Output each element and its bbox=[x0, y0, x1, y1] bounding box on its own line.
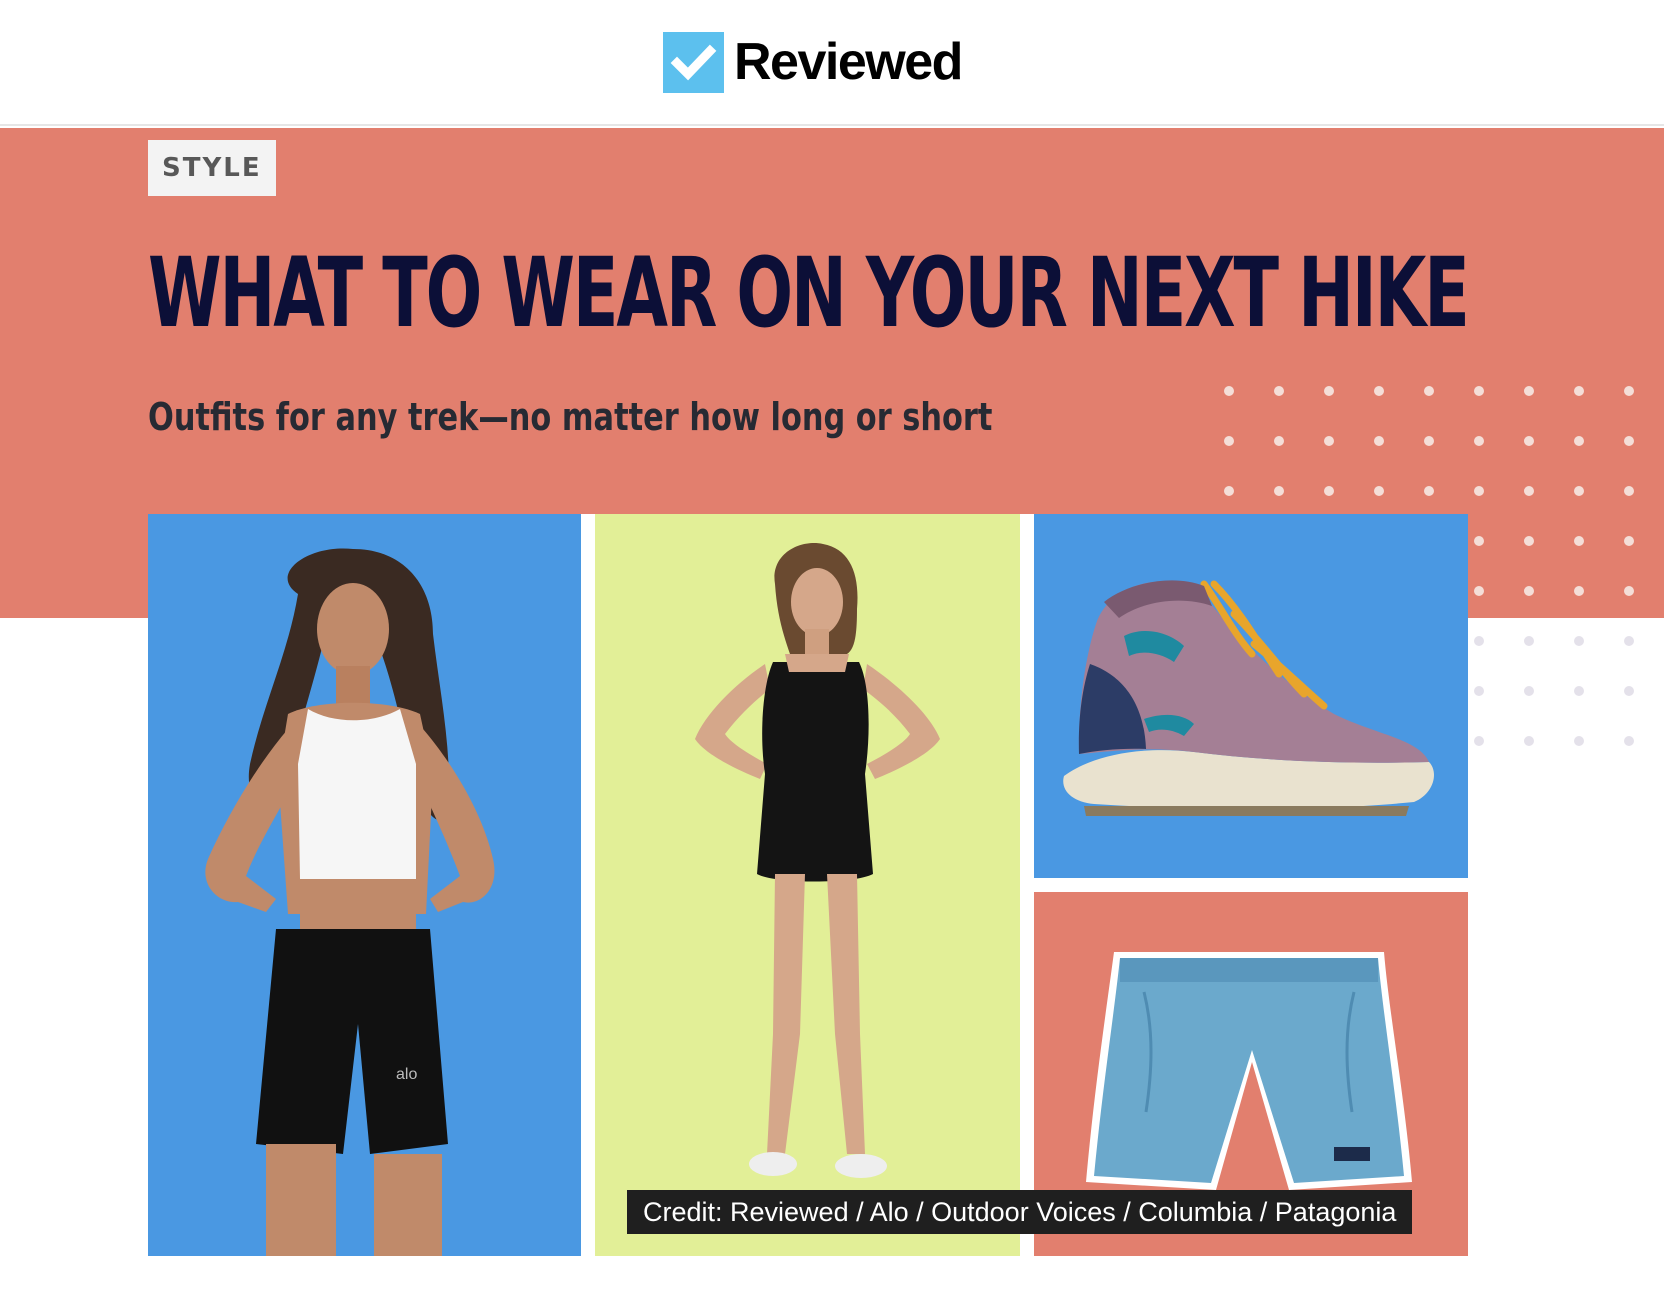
decorative-dot bbox=[1324, 436, 1334, 446]
decorative-dot bbox=[1474, 736, 1484, 746]
decorative-dot bbox=[1374, 486, 1384, 496]
image-credit: Credit: Reviewed / Alo / Outdoor Voices … bbox=[627, 1190, 1413, 1234]
decorative-dot bbox=[1624, 736, 1634, 746]
decorative-dot bbox=[1624, 586, 1634, 596]
decorative-dot bbox=[1574, 636, 1584, 646]
decorative-dot bbox=[1524, 736, 1534, 746]
decorative-dot bbox=[1574, 386, 1584, 396]
decorative-dot bbox=[1574, 486, 1584, 496]
decorative-dot bbox=[1524, 686, 1534, 696]
decorative-dot bbox=[1224, 486, 1234, 496]
hiking-boot-image bbox=[1063, 580, 1434, 816]
decorative-dot bbox=[1574, 686, 1584, 696]
decorative-dot bbox=[1474, 436, 1484, 446]
hero-image-collage: alo bbox=[148, 514, 1468, 1256]
decorative-dot bbox=[1574, 586, 1584, 596]
decorative-dot bbox=[1474, 636, 1484, 646]
decorative-dot bbox=[1474, 536, 1484, 546]
site-header: Reviewed bbox=[0, 0, 1664, 126]
decorative-dot bbox=[1424, 436, 1434, 446]
collage-panel-model-dress bbox=[595, 514, 1020, 1256]
decorative-dot bbox=[1474, 686, 1484, 696]
decorative-dot bbox=[1524, 636, 1534, 646]
decorative-dot bbox=[1524, 386, 1534, 396]
collage-panel-model-crop-top: alo bbox=[148, 514, 581, 1256]
decorative-dot bbox=[1524, 436, 1534, 446]
decorative-dot bbox=[1574, 536, 1584, 546]
decorative-dot bbox=[1624, 636, 1634, 646]
decorative-dot bbox=[1224, 386, 1234, 396]
decorative-dot bbox=[1374, 386, 1384, 396]
category-tag[interactable]: STYLE bbox=[148, 140, 276, 196]
collage-panel-hiking-boot bbox=[1034, 514, 1468, 878]
decorative-dot bbox=[1224, 436, 1234, 446]
decorative-dot bbox=[1324, 386, 1334, 396]
decorative-dot bbox=[1474, 386, 1484, 396]
checkmark-icon bbox=[663, 31, 724, 93]
decorative-dot bbox=[1424, 386, 1434, 396]
decorative-dot bbox=[1574, 736, 1584, 746]
decorative-dot bbox=[1524, 536, 1534, 546]
decorative-dot bbox=[1274, 386, 1284, 396]
decorative-dot bbox=[1524, 486, 1534, 496]
decorative-dot bbox=[1624, 536, 1634, 546]
decorative-dot bbox=[1274, 486, 1284, 496]
decorative-dot bbox=[1624, 486, 1634, 496]
decorative-dot bbox=[1474, 586, 1484, 596]
logo-wordmark: Reviewed bbox=[734, 33, 963, 91]
decorative-dot bbox=[1424, 486, 1434, 496]
site-logo-link[interactable]: Reviewed bbox=[663, 30, 963, 94]
decorative-dot bbox=[1474, 486, 1484, 496]
article-dek: Outfits for any trek—no matter how long … bbox=[148, 395, 993, 439]
model-crop-top-image: alo bbox=[205, 548, 495, 1256]
decorative-dot bbox=[1274, 436, 1284, 446]
decorative-dot bbox=[1374, 436, 1384, 446]
article-headline: WHAT TO WEAR ON YOUR NEXT HIKE bbox=[148, 237, 1470, 349]
decorative-dot bbox=[1524, 586, 1534, 596]
decorative-dot bbox=[1624, 386, 1634, 396]
decorative-dot bbox=[1624, 436, 1634, 446]
model-dress-image bbox=[695, 543, 940, 1178]
decorative-dot bbox=[1624, 686, 1634, 696]
article-page: Reviewed STYLE WHAT TO WEAR ON YOUR NEXT… bbox=[0, 0, 1664, 1300]
shorts-logo-text: alo bbox=[396, 1066, 417, 1083]
decorative-dot bbox=[1574, 436, 1584, 446]
decorative-dot bbox=[1324, 486, 1334, 496]
